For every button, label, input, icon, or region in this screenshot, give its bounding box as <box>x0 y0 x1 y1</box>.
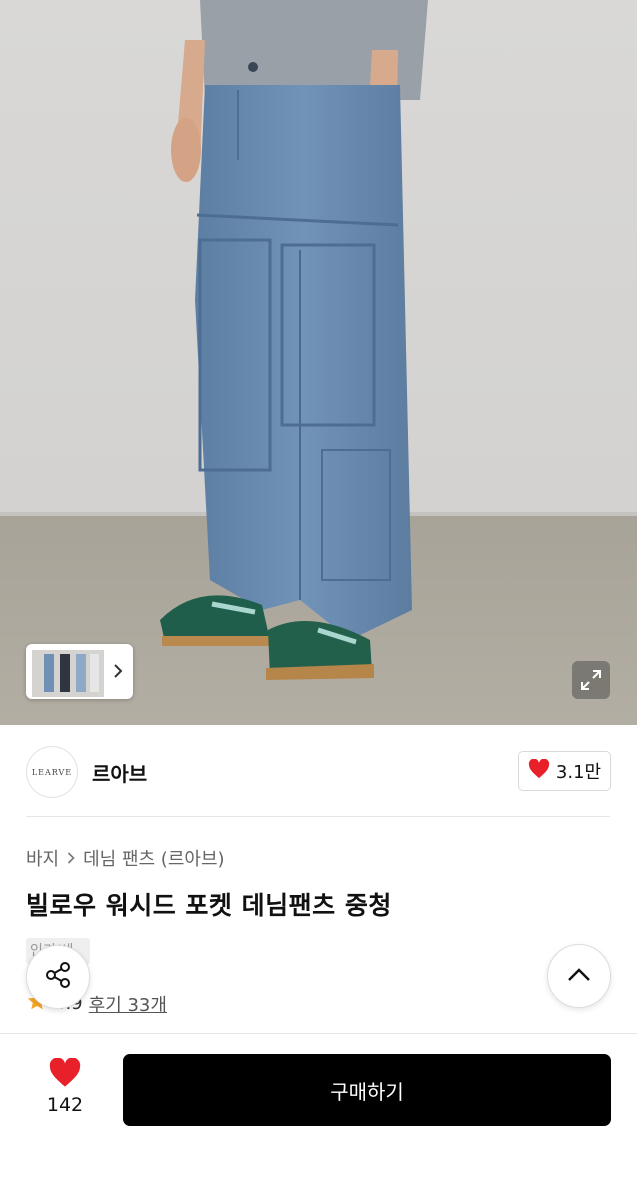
seller-name[interactable]: 르아브 <box>92 758 147 787</box>
product-photo <box>0 0 637 725</box>
scroll-top-button[interactable] <box>547 944 611 1008</box>
seller-logo[interactable]: LEARVE <box>26 746 78 798</box>
share-button[interactable] <box>26 945 90 1009</box>
wish-count: 142 <box>46 1094 84 1116</box>
review-count-link[interactable]: 후기 33개 <box>89 991 167 1017</box>
seller-like-count: 3.1만 <box>555 762 602 783</box>
chevron-right-icon[interactable] <box>109 659 127 683</box>
breadcrumb-category[interactable]: 바지 <box>26 845 59 871</box>
expand-icon[interactable] <box>572 661 610 699</box>
thumbnail-image[interactable] <box>30 648 106 699</box>
heart-icon <box>48 1057 82 1092</box>
wish-button[interactable]: 142 <box>34 1057 96 1116</box>
bottom-action-bar: 142 구매하기 <box>0 1033 637 1201</box>
divider <box>26 816 610 817</box>
share-icon <box>43 960 73 994</box>
chevron-right-icon <box>67 848 75 869</box>
buy-button[interactable]: 구매하기 <box>123 1054 611 1126</box>
thumbnail-strip[interactable] <box>26 644 133 699</box>
seller-row[interactable]: LEARVE 르아브 3.1만 <box>0 725 637 817</box>
heart-icon <box>528 758 550 784</box>
chevron-up-icon <box>567 967 591 986</box>
breadcrumb: 바지 데님 팬츠 (르아브) <box>26 845 225 871</box>
seller-like-button[interactable]: 3.1만 <box>518 751 611 791</box>
product-title: 빌로우 워시드 포켓 데님팬츠 중청 <box>26 891 392 920</box>
breadcrumb-subcategory[interactable]: 데님 팬츠 (르아브) <box>83 845 224 871</box>
product-image[interactable] <box>0 0 637 725</box>
